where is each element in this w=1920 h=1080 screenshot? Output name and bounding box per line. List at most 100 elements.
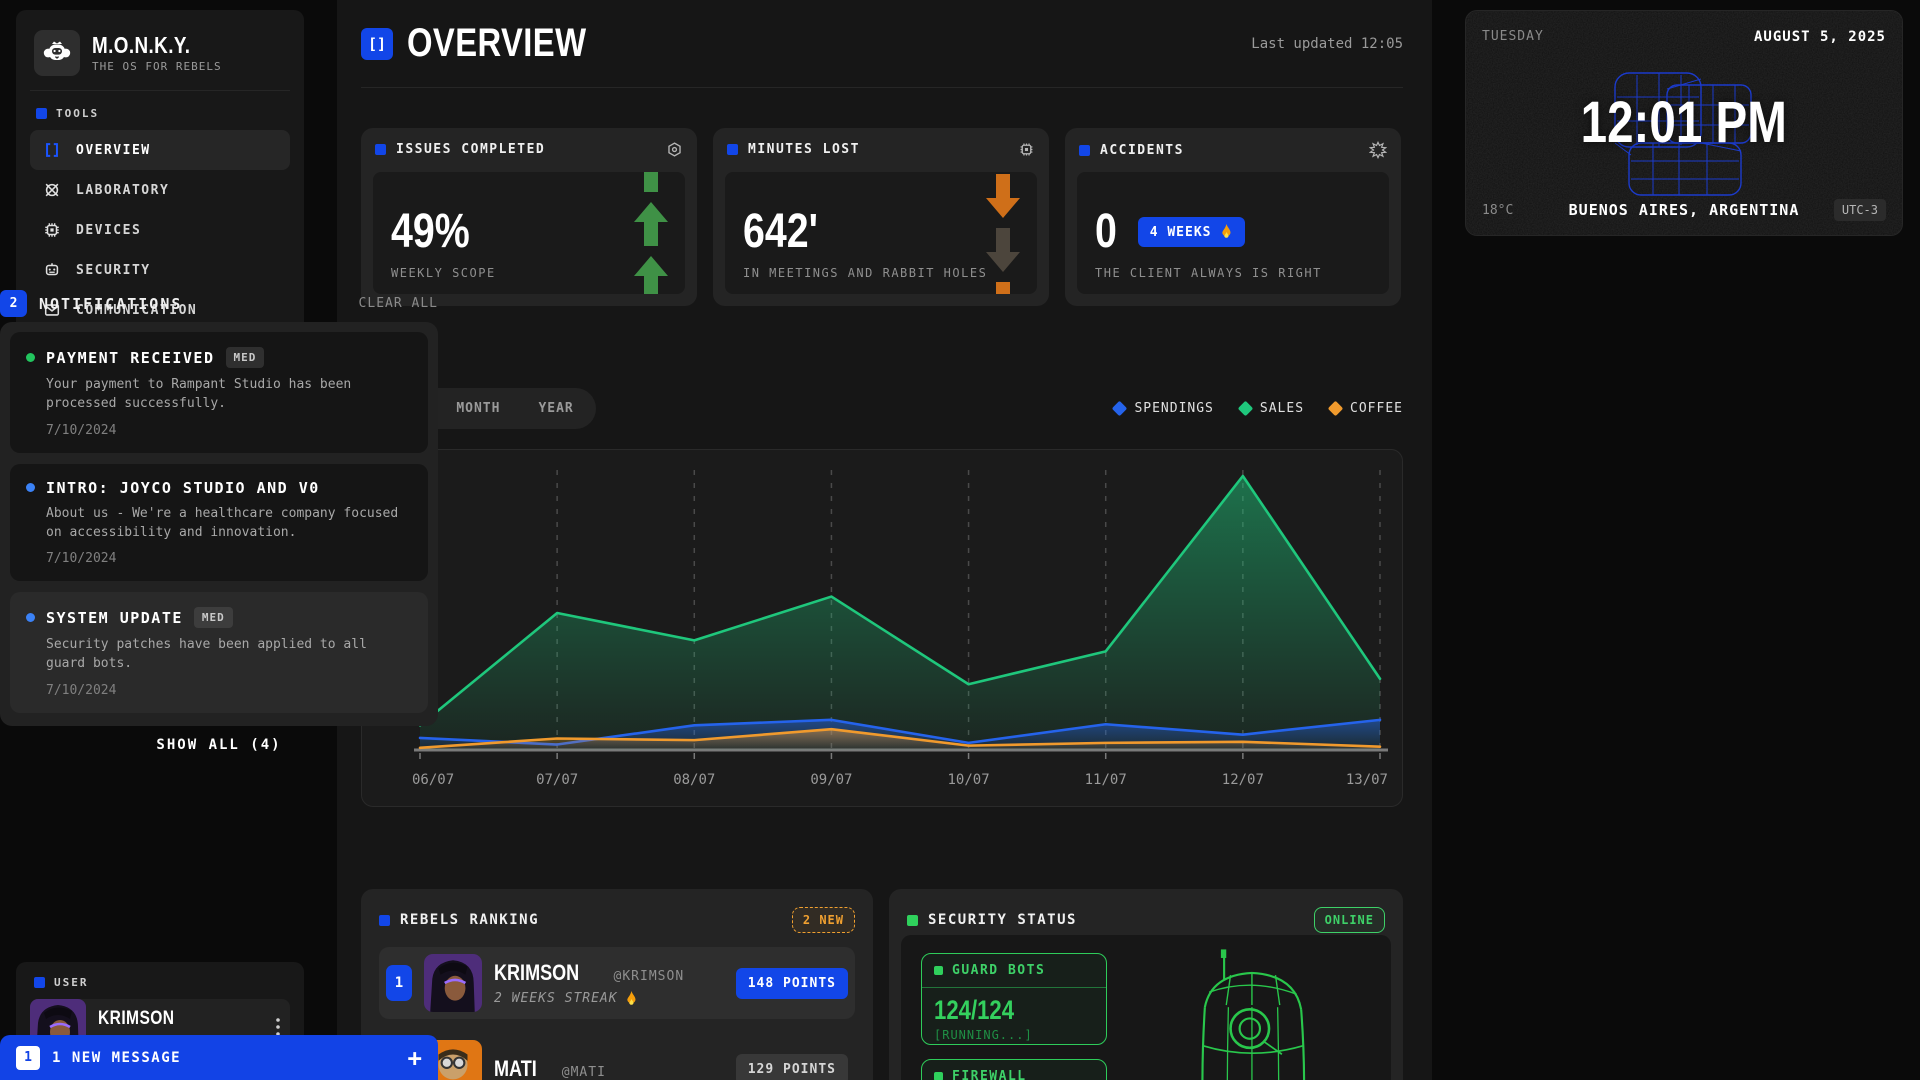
rebel-name: MATI — [494, 1056, 546, 1080]
chip-icon[interactable] — [1018, 141, 1035, 158]
security-status-card: SECURITY STATUS ONLINE GUARD BOTS 124/12… — [889, 889, 1403, 1080]
stat-subtitle: IN MEETINGS AND RABBIT HOLES — [743, 266, 1019, 280]
stat-card-minutes: MINUTES LOST 642' IN MEETINGS AND RABBIT… — [713, 128, 1049, 306]
tab-month[interactable]: MONTH — [438, 392, 518, 425]
online-status-badge: ONLINE — [1314, 907, 1385, 933]
notification-item-3[interactable]: SYSTEM UPDATE MED Security patches have … — [10, 592, 428, 713]
guard-bots-count: 124/124 — [922, 988, 1106, 1026]
notifications-panel: PAYMENT RECEIVED MED Your payment to Ram… — [0, 322, 438, 726]
stat-card-accidents: ACCIDENTS 0 4 WEEKS — [1065, 128, 1401, 306]
time-display: 12:01 PM — [1466, 89, 1902, 156]
section-marker — [34, 977, 45, 988]
notification-body: Security patches have been applied to al… — [46, 636, 412, 674]
section-marker — [907, 915, 918, 926]
sidebar-item-laboratory[interactable]: LABORATORY — [30, 170, 290, 210]
svg-text:11/07: 11/07 — [1085, 772, 1127, 788]
date-label: AUGUST 5, 2025 — [1754, 29, 1886, 45]
notification-count-badge: 2 — [0, 290, 27, 317]
brackets-icon — [42, 140, 62, 160]
notification-item-2[interactable]: INTRO: JOYCO STUDIO AND V0 About us - We… — [10, 464, 428, 582]
firewall-box: FIREWALL — [921, 1059, 1107, 1080]
notification-item-1[interactable]: PAYMENT RECEIVED MED Your payment to Ram… — [10, 332, 428, 453]
stat-value: 642' — [743, 208, 1019, 256]
stat-value: 0 — [1095, 208, 1122, 256]
message-label: 1 NEW MESSAGE — [52, 1050, 181, 1066]
trend-down-arrows-icon — [985, 174, 1021, 294]
legend-coffee: COFFEE — [1330, 401, 1403, 416]
notification-dot — [26, 483, 35, 492]
app-subtitle: THE OS FOR REBELS — [92, 60, 222, 73]
section-marker — [375, 144, 386, 155]
plus-icon[interactable]: + — [408, 1046, 422, 1070]
chart-controls: WEEK MONTH YEAR SPENDINGS SALES COFFEE — [361, 388, 1403, 429]
svg-text:09/07: 09/07 — [810, 772, 852, 788]
new-count-badge: 2 NEW — [792, 907, 855, 933]
rebel-handle: @KRIMSON — [614, 969, 685, 984]
legend-sales: SALES — [1240, 401, 1304, 416]
notifications-title: NOTIFICATIONS — [39, 295, 182, 313]
points-badge: 148 POINTS — [736, 968, 848, 999]
svg-text:12/07: 12/07 — [1222, 772, 1264, 788]
notification-body: About us - We're a healthcare company fo… — [46, 505, 412, 543]
rebel-handle: @MATI — [562, 1065, 606, 1080]
app-title: M.O.N.K.Y. — [92, 33, 222, 57]
ranking-row-2[interactable]: 2 MATI @MATI 129 POINTS — [379, 1033, 855, 1080]
svg-text:06/07: 06/07 — [412, 772, 454, 788]
stat-subtitle: THE CLIENT ALWAYS IS RIGHT — [1095, 266, 1371, 280]
notification-title: SYSTEM UPDATE — [46, 609, 183, 627]
chart-legend: SPENDINGS SALES COFFEE — [1114, 401, 1403, 416]
rebel-name: KRIMSON — [494, 960, 598, 985]
section-marker — [1079, 145, 1090, 156]
atom-icon — [42, 180, 62, 200]
clear-all-button[interactable]: CLEAR ALL — [359, 296, 438, 311]
logo-row: M.O.N.K.Y. THE OS FOR REBELS — [30, 24, 290, 91]
bottom-row: REBELS RANKING 2 NEW 1 KRIMSON @KRIMSON — [361, 889, 1403, 1080]
sidebar-item-overview[interactable]: OVERVIEW — [30, 130, 290, 170]
avatar — [424, 954, 482, 1012]
ranking-row-1[interactable]: 1 KRIMSON @KRIMSON 2 WEEKS STREAK — [379, 947, 855, 1019]
show-all-button[interactable]: SHOW ALL (4) — [10, 724, 428, 757]
clock-widget: TUESDAY AUGUST 5, 2025 12:01 PM 18°C BUE… — [1465, 10, 1903, 236]
stat-value: 49% — [391, 208, 667, 256]
notification-body: Your payment to Rampant Studio has been … — [46, 376, 412, 414]
tools-section-label: TOOLS — [36, 107, 284, 120]
user-name: KRIMSON — [98, 1008, 240, 1030]
main-panel: [] OVERVIEW Last updated 12:05 ISSUES CO… — [337, 0, 1432, 1080]
chip-icon — [42, 220, 62, 240]
fire-icon — [1220, 224, 1233, 240]
streak-badge: 4 WEEKS — [1138, 217, 1245, 247]
notification-date: 7/10/2024 — [46, 551, 412, 566]
section-marker — [934, 1072, 943, 1080]
new-message-bar[interactable]: 1 1 NEW MESSAGE + — [0, 1035, 438, 1080]
svg-text:13/07: 13/07 — [1346, 772, 1388, 788]
main-header: [] OVERVIEW Last updated 12:05 — [361, 0, 1403, 88]
line-chart: 100K200K300K400K500K06/0707/0708/0709/07… — [362, 450, 1402, 806]
section-marker — [934, 966, 943, 975]
notification-dot — [26, 353, 35, 362]
monkey-logo-icon — [34, 30, 80, 76]
notifications-header: 2 NOTIFICATIONS CLEAR ALL — [0, 290, 438, 317]
svg-text:10/07: 10/07 — [947, 772, 989, 788]
priority-badge: MED — [194, 607, 233, 628]
notification-title: PAYMENT RECEIVED — [46, 349, 215, 367]
sidebar-item-devices[interactable]: DEVICES — [30, 210, 290, 250]
weekday-label: TUESDAY — [1482, 29, 1544, 45]
fire-icon — [625, 991, 638, 1007]
diamond-icon — [1328, 401, 1344, 417]
gear-icon[interactable] — [1369, 141, 1387, 159]
timezone-badge: UTC-3 — [1834, 199, 1886, 221]
svg-text:07/07: 07/07 — [536, 772, 578, 788]
message-count-badge: 1 — [16, 1046, 40, 1070]
security-inner-panel: GUARD BOTS 124/124 [RUNNING...] FIREWALL — [901, 935, 1391, 1080]
sidebar-item-security[interactable]: SECURITY — [30, 250, 290, 290]
notification-date: 7/10/2024 — [46, 423, 412, 438]
rebel-streak: 2 WEEKS STREAK — [494, 991, 684, 1007]
stat-subtitle: WEEKLY SCOPE — [391, 266, 667, 280]
tab-year[interactable]: YEAR — [520, 392, 591, 425]
hex-nut-icon[interactable] — [666, 141, 683, 158]
points-badge: 129 POINTS — [736, 1054, 848, 1080]
priority-badge: MED — [226, 347, 265, 368]
overview-icon: [] — [361, 28, 393, 60]
page-title: OVERVIEW — [407, 21, 626, 66]
legend-spendings: SPENDINGS — [1114, 401, 1213, 416]
